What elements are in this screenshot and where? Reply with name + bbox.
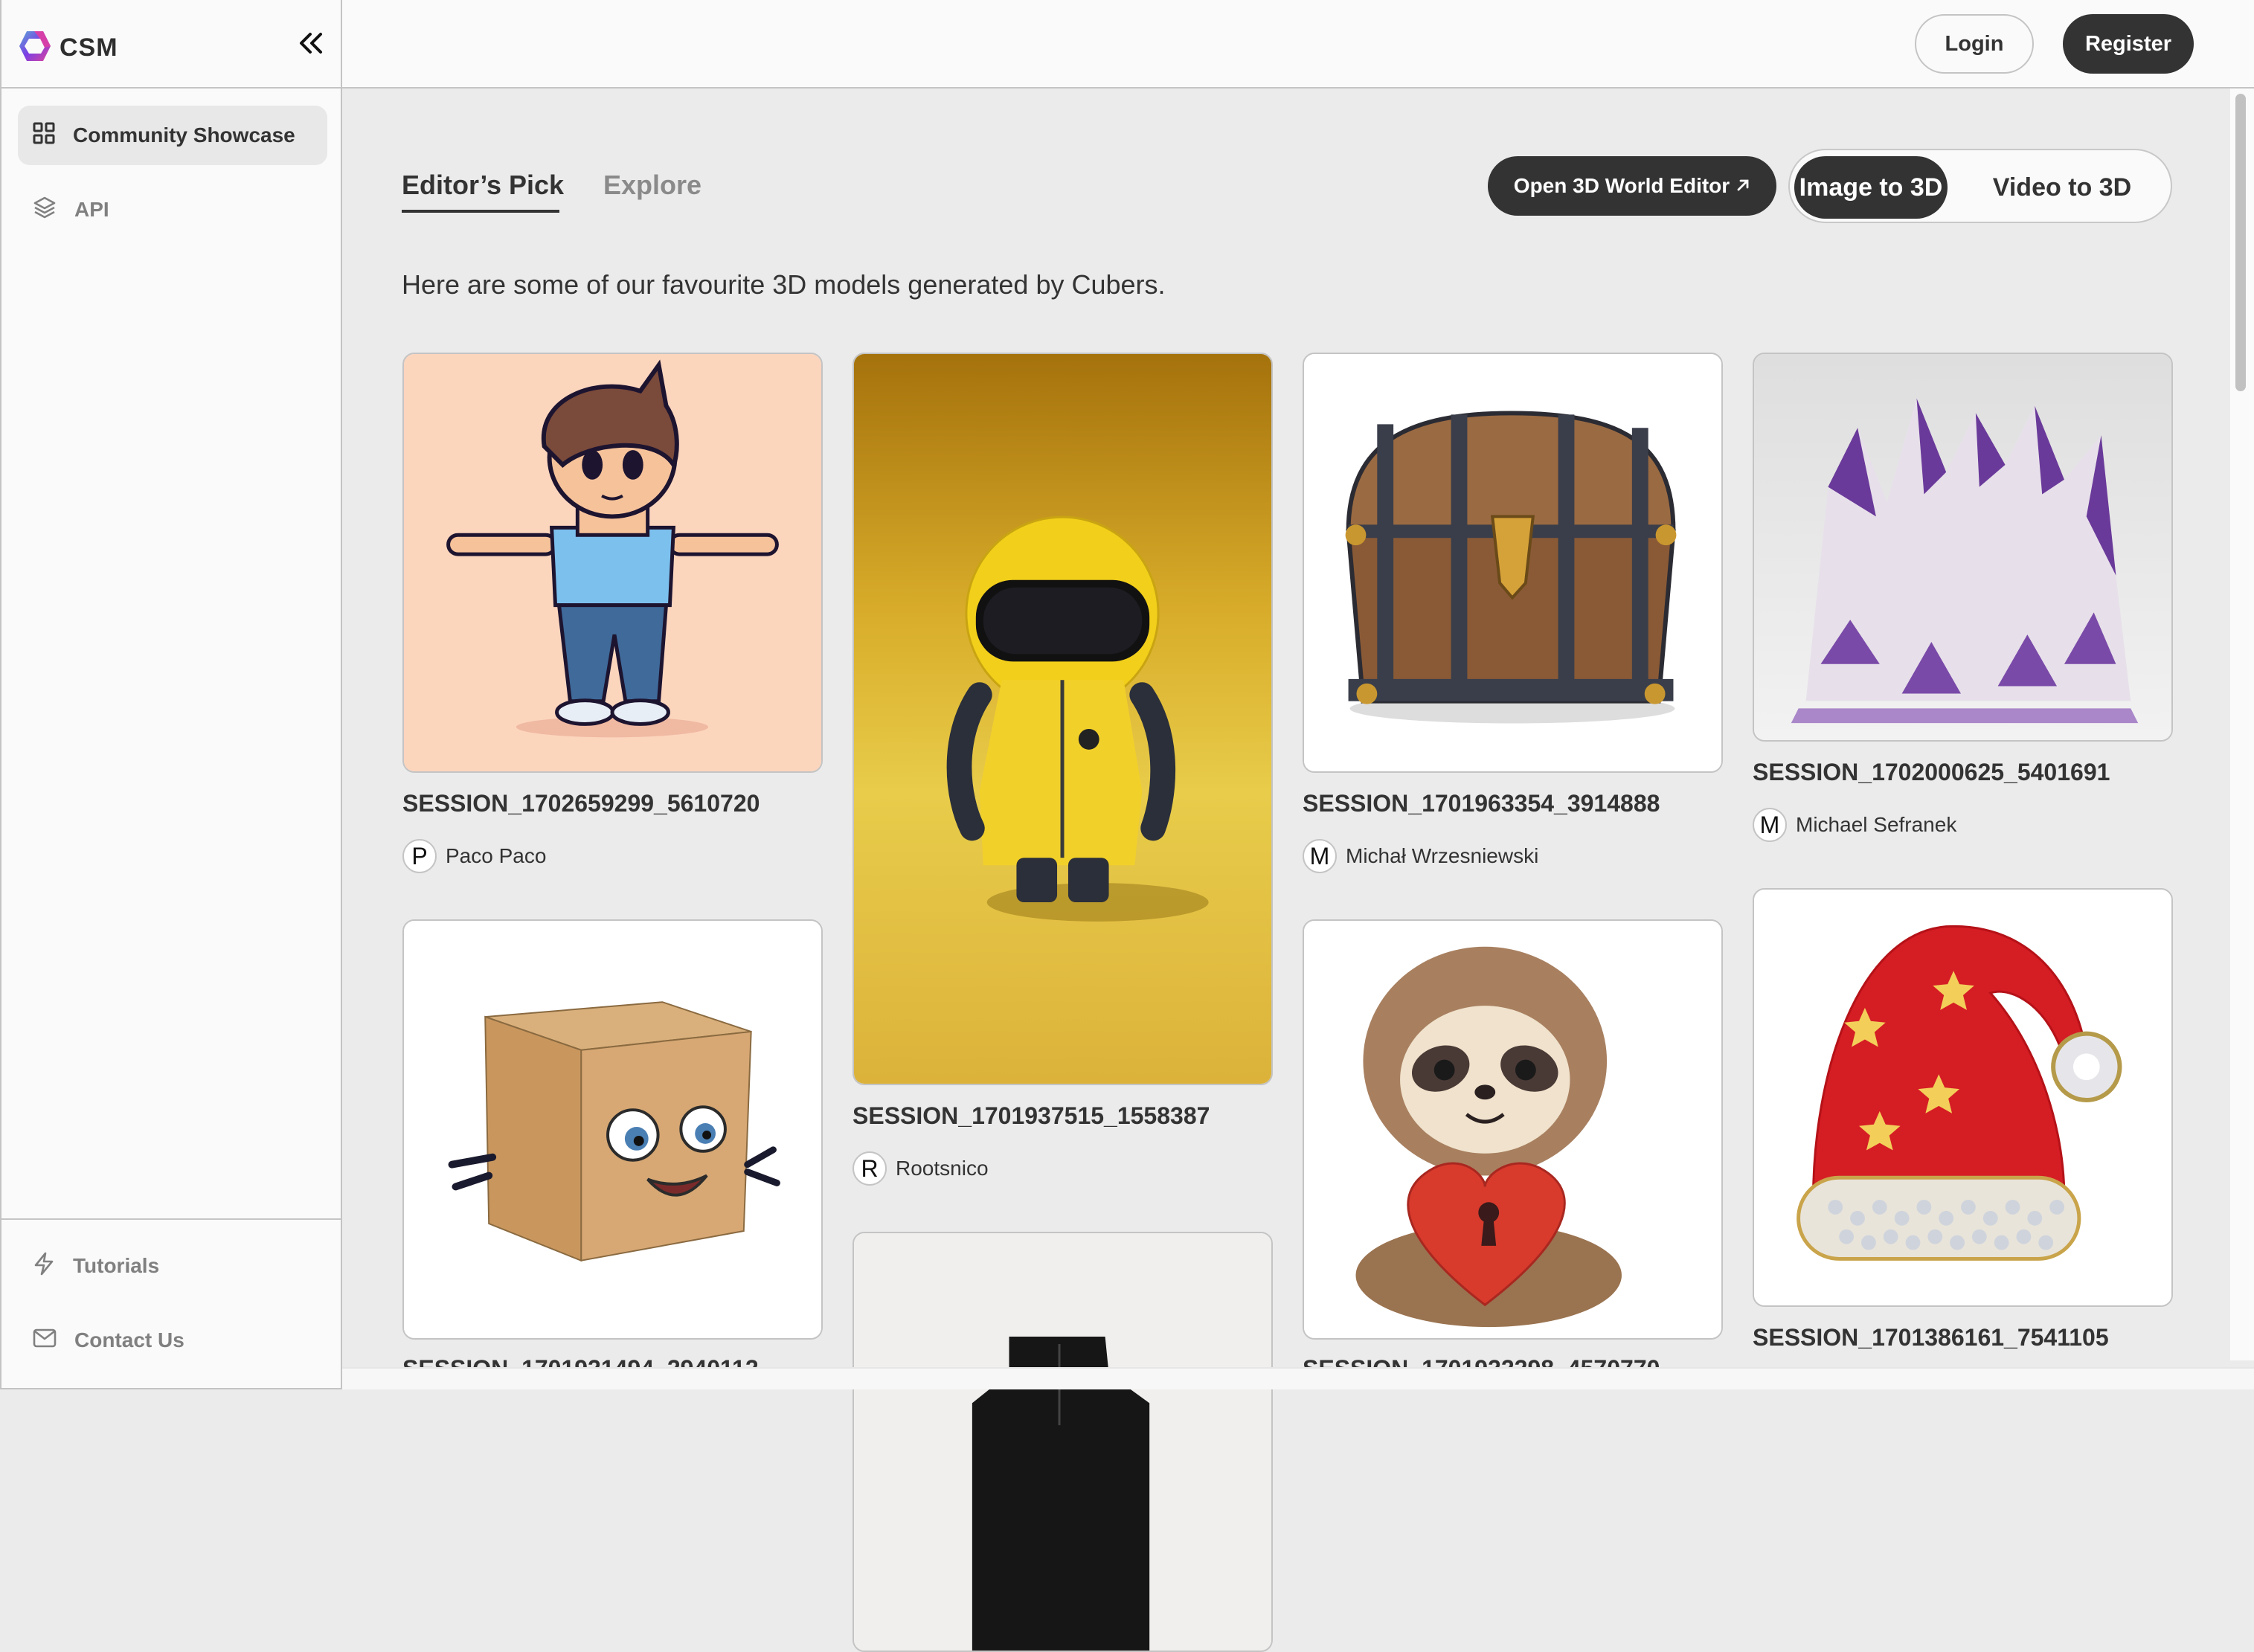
sidebar: CSM Community Showcase API Tutorials Con…: [0, 0, 342, 1389]
image-to-3d-toggle[interactable]: Image to 3D: [1794, 156, 1948, 219]
sidebar-item-tutorials[interactable]: Tutorials: [18, 1236, 327, 1296]
arrow-up-right-icon: [1736, 174, 1750, 198]
author-name: Michał Wrzesniewski: [1346, 844, 1539, 867]
active-tab-indicator: [402, 210, 559, 213]
sidebar-footer: Tutorials Contact Us: [1, 1218, 341, 1389]
santa-hat-thumbnail: [1754, 890, 2171, 1305]
sidebar-item-contact-us[interactable]: Contact Us: [18, 1311, 327, 1370]
model-title[interactable]: SESSION_1701937515_1558387: [853, 1102, 1210, 1130]
gallery-card-image[interactable]: [402, 353, 823, 773]
gallery-card-image[interactable]: [1303, 919, 1723, 1340]
gallery-card-image[interactable]: [402, 919, 823, 1340]
open-3d-world-editor-button[interactable]: Open 3D World Editor: [1488, 156, 1776, 216]
collapse-sidebar-button[interactable]: [296, 30, 326, 60]
mail-icon: [33, 1328, 57, 1354]
sidebar-item-label: API: [74, 198, 109, 221]
black-garment-thumbnail: [854, 1233, 1271, 1651]
model-author[interactable]: P Paco Paco: [402, 839, 546, 873]
layers-icon: [33, 196, 57, 225]
model-title[interactable]: SESSION_1702659299_5610720: [402, 790, 760, 817]
logo[interactable]: CSM: [18, 30, 118, 66]
grid-icon: [33, 122, 55, 150]
sidebar-item-community-showcase[interactable]: Community Showcase: [18, 106, 327, 165]
scrollbar-thumb[interactable]: [2235, 94, 2246, 391]
hazmat-astronaut-thumbnail: [854, 354, 1271, 1084]
author-name: Paco Paco: [446, 844, 547, 867]
sidebar-item-label: Contact Us: [74, 1328, 184, 1352]
gallery-card-image[interactable]: [853, 1232, 1273, 1652]
model-author[interactable]: M Michael Sefranek: [1753, 808, 1956, 842]
avatar: M: [1753, 808, 1787, 842]
sidebar-item-api[interactable]: API: [18, 180, 327, 240]
register-button[interactable]: Register: [2063, 14, 2194, 74]
model-author[interactable]: M Michał Wrzesniewski: [1303, 839, 1538, 873]
treasure-chest-thumbnail: [1304, 354, 1721, 771]
model-author[interactable]: R Rootsnico: [853, 1151, 989, 1186]
amethyst-crystal-thumbnail: [1754, 354, 2171, 740]
avatar: R: [853, 1151, 887, 1186]
cardboard-box-thumbnail: [404, 921, 821, 1338]
page-description: Here are some of our favourite 3D models…: [402, 269, 1166, 300]
horizontal-scrollbar-area: [342, 1367, 2254, 1389]
sidebar-header: CSM: [1, 0, 341, 89]
sidebar-item-label: Community Showcase: [73, 123, 295, 147]
app-name: CSM: [60, 33, 118, 62]
cartoon-boy-thumbnail: [404, 354, 821, 771]
double-chevron-left-icon: [298, 32, 324, 58]
gallery-card-image[interactable]: [853, 353, 1273, 1085]
model-title[interactable]: SESSION_1701963354_3914888: [1303, 790, 1660, 817]
sidebar-item-label: Tutorials: [73, 1254, 160, 1277]
csm-logo-icon: [18, 30, 52, 66]
avatar: M: [1303, 839, 1337, 873]
author-name: Michael Sefranek: [1796, 813, 1957, 836]
lightning-icon: [33, 1252, 55, 1281]
video-to-3d-toggle[interactable]: Video to 3D: [1958, 156, 2166, 219]
avatar: P: [402, 839, 437, 873]
gallery-card-image[interactable]: [1753, 353, 2173, 742]
mode-toggle: Image to 3D Video to 3D: [1788, 149, 2172, 223]
model-title[interactable]: SESSION_1702000625_5401691: [1753, 759, 2110, 786]
gallery-card-image[interactable]: [1303, 353, 1723, 773]
gallery-card-image[interactable]: [1753, 888, 2173, 1307]
tab-editors-pick[interactable]: Editor’s Pick: [402, 170, 564, 201]
author-name: Rootsnico: [896, 1157, 989, 1180]
open-editor-label: Open 3D World Editor: [1513, 174, 1730, 197]
login-button[interactable]: Login: [1915, 14, 2034, 74]
sloth-heart-thumbnail: [1304, 921, 1721, 1338]
tab-explore[interactable]: Explore: [603, 170, 701, 201]
model-title[interactable]: SESSION_1701386161_7541105: [1753, 1324, 2109, 1352]
